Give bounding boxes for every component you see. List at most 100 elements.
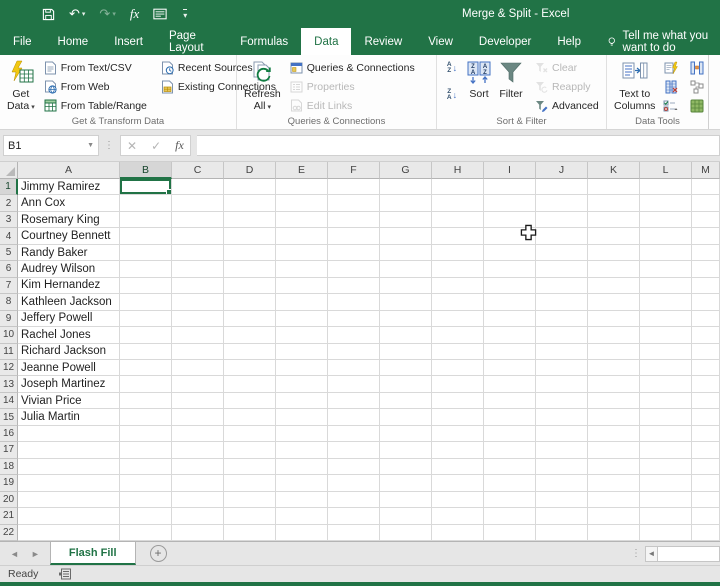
cell-B21[interactable] <box>120 508 172 525</box>
cell-A17[interactable] <box>18 442 120 459</box>
cell-D10[interactable] <box>224 327 276 344</box>
cell-F5[interactable] <box>328 244 380 262</box>
cell-K22[interactable] <box>588 524 640 541</box>
cell-E3[interactable] <box>276 211 328 229</box>
macro-record-icon[interactable] <box>58 568 72 580</box>
cell-L15[interactable] <box>640 409 692 426</box>
cell-B6[interactable] <box>120 261 172 278</box>
cell-L6[interactable] <box>640 261 692 278</box>
row-header-22[interactable]: 22 <box>0 524 18 541</box>
cell-D15[interactable] <box>224 409 276 426</box>
cell-J2[interactable] <box>536 195 588 212</box>
cell-J21[interactable] <box>536 508 588 525</box>
cell-J13[interactable] <box>536 376 588 393</box>
tab-insert[interactable]: Insert <box>101 28 156 55</box>
cell-I19[interactable] <box>484 475 536 492</box>
cell-B4[interactable] <box>120 228 172 245</box>
cell-M6[interactable] <box>692 261 720 278</box>
cell-G6[interactable] <box>380 261 432 278</box>
cell-L3[interactable] <box>640 211 692 229</box>
cell-K15[interactable] <box>588 409 640 426</box>
formula-input[interactable] <box>196 135 720 156</box>
cell-M15[interactable] <box>692 409 720 426</box>
cell-E6[interactable] <box>276 261 328 278</box>
cell-K16[interactable] <box>588 425 640 443</box>
from-web-button[interactable]: From Web <box>42 77 149 96</box>
cell-C5[interactable] <box>172 244 224 262</box>
cell-K14[interactable] <box>588 392 640 410</box>
from-table-range-button[interactable]: From Table/Range <box>42 96 149 115</box>
cell-K21[interactable] <box>588 508 640 525</box>
cell-L22[interactable] <box>640 524 692 541</box>
cell-B17[interactable] <box>120 442 172 459</box>
tab-home[interactable]: Home <box>45 28 102 55</box>
cell-B8[interactable] <box>120 294 172 311</box>
cell-C4[interactable] <box>172 228 224 245</box>
cell-A18[interactable] <box>18 458 120 476</box>
cell-L12[interactable] <box>640 359 692 377</box>
cell-I7[interactable] <box>484 277 536 295</box>
cell-H9[interactable] <box>432 310 484 328</box>
column-header-G[interactable]: G <box>380 162 432 179</box>
new-sheet-button[interactable]: + <box>149 545 167 562</box>
cell-E5[interactable] <box>276 244 328 262</box>
cell-F16[interactable] <box>328 425 380 443</box>
cell-A16[interactable] <box>18 425 120 443</box>
cell-C21[interactable] <box>172 508 224 525</box>
cell-B10[interactable] <box>120 327 172 344</box>
cell-M10[interactable] <box>692 327 720 344</box>
cell-A13[interactable]: Joseph Martinez <box>18 376 120 393</box>
cell-C16[interactable] <box>172 425 224 443</box>
cell-A22[interactable] <box>18 524 120 541</box>
cell-B20[interactable] <box>120 491 172 509</box>
sheet-nav-right-icon[interactable]: ► <box>31 549 40 559</box>
cell-C10[interactable] <box>172 327 224 344</box>
cell-L10[interactable] <box>640 327 692 344</box>
cell-B15[interactable] <box>120 409 172 426</box>
cell-I20[interactable] <box>484 491 536 509</box>
cell-G4[interactable] <box>380 228 432 245</box>
cell-A3[interactable]: Rosemary King <box>18 211 120 229</box>
cell-M18[interactable] <box>692 458 720 476</box>
cell-I21[interactable] <box>484 508 536 525</box>
cell-A7[interactable]: Kim Hernandez <box>18 277 120 295</box>
cell-M9[interactable] <box>692 310 720 328</box>
cell-M8[interactable] <box>692 294 720 311</box>
undo-button[interactable]: ↶ ▾ <box>69 6 85 22</box>
cell-F21[interactable] <box>328 508 380 525</box>
cell-B5[interactable] <box>120 244 172 262</box>
cell-J14[interactable] <box>536 392 588 410</box>
cell-K12[interactable] <box>588 359 640 377</box>
cell-E17[interactable] <box>276 442 328 459</box>
cell-L7[interactable] <box>640 277 692 295</box>
column-header-H[interactable]: H <box>432 162 484 179</box>
cell-M21[interactable] <box>692 508 720 525</box>
select-all-corner[interactable] <box>0 162 18 179</box>
cell-H22[interactable] <box>432 524 484 541</box>
cell-K19[interactable] <box>588 475 640 492</box>
cell-C18[interactable] <box>172 458 224 476</box>
cell-A2[interactable]: Ann Cox <box>18 195 120 212</box>
cell-C19[interactable] <box>172 475 224 492</box>
cell-I12[interactable] <box>484 359 536 377</box>
cell-D14[interactable] <box>224 392 276 410</box>
tab-file[interactable]: File <box>0 28 45 55</box>
cell-K7[interactable] <box>588 277 640 295</box>
row-header-10[interactable]: 10 <box>0 327 18 344</box>
row-header-5[interactable]: 5 <box>0 244 18 262</box>
get-data-button[interactable]: Get Data ▾ <box>4 58 38 114</box>
row-header-2[interactable]: 2 <box>0 195 18 212</box>
relationships-button[interactable] <box>686 77 708 96</box>
cell-L17[interactable] <box>640 442 692 459</box>
cell-I8[interactable] <box>484 294 536 311</box>
sort-ascending-button[interactable]: A Z ↓ <box>441 58 463 77</box>
cell-F12[interactable] <box>328 359 380 377</box>
cell-H15[interactable] <box>432 409 484 426</box>
column-header-I[interactable]: I <box>484 162 536 179</box>
column-header-K[interactable]: K <box>588 162 640 179</box>
cell-J9[interactable] <box>536 310 588 328</box>
row-header-12[interactable]: 12 <box>0 359 18 377</box>
cell-D9[interactable] <box>224 310 276 328</box>
cell-G21[interactable] <box>380 508 432 525</box>
cell-L2[interactable] <box>640 195 692 212</box>
